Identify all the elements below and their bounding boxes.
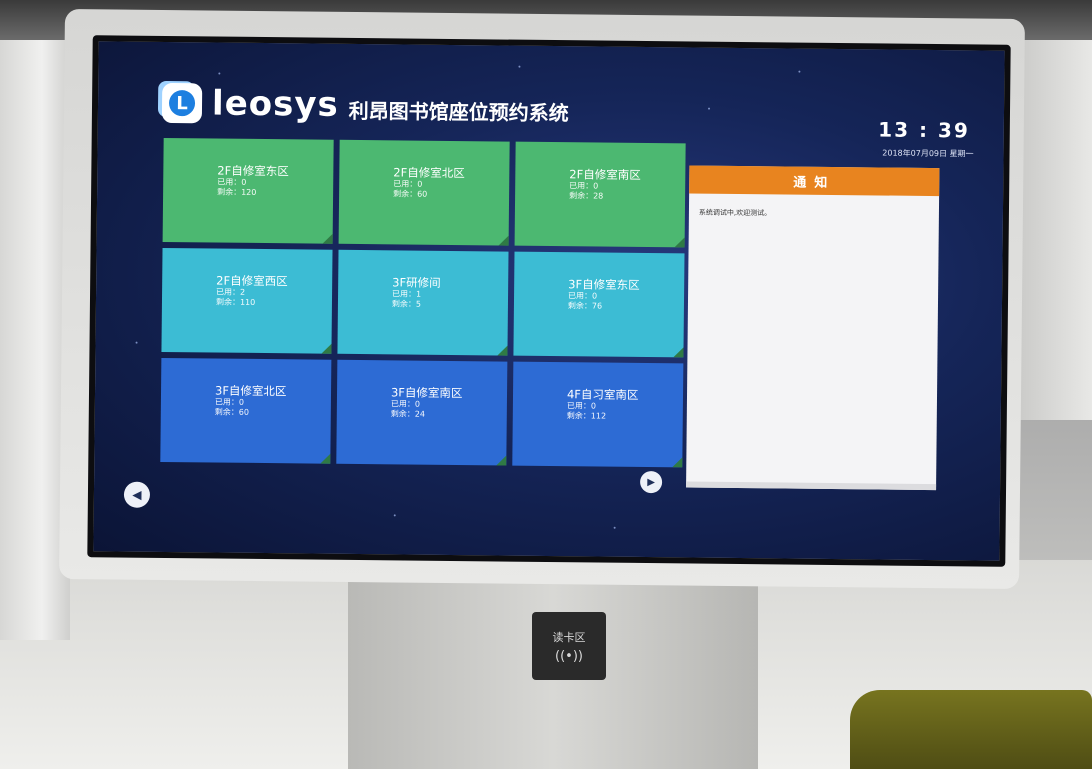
tile-corner-icon xyxy=(673,347,684,358)
room-tile[interactable]: 2F自修室南区 已用：0 剩余：28 xyxy=(514,141,686,248)
room-tile[interactable]: 3F自修室南区 已用：0 剩余：24 xyxy=(336,359,508,466)
room-name: 2F自修室南区 xyxy=(569,167,641,182)
date-label: 2018年07月09日 星期一 xyxy=(882,148,974,159)
app-header: L leosys 利昂图书馆座位预约系统 xyxy=(161,78,569,132)
reading-room-grid: 2F自修室东区 已用：0 剩余：120 2F自修室北区 已用：0 剩余：60 2… xyxy=(160,137,686,469)
room-remaining: 剩余：60 xyxy=(214,407,250,417)
room-name: 3F自修室东区 xyxy=(568,277,640,292)
room-tile[interactable]: 3F自修室北区 已用：0 剩余：60 xyxy=(160,357,332,464)
room-name: 2F自修室北区 xyxy=(393,165,465,181)
kiosk-screen: L leosys 利昂图书馆座位预约系统 13 : 39 2018年07月09日… xyxy=(87,35,1011,567)
star-decoration xyxy=(613,526,616,529)
brand-name: leosys xyxy=(211,83,339,125)
room-tile[interactable]: 2F自修室北区 已用：0 剩余：60 xyxy=(338,139,510,246)
nfc-icon: ((•)) xyxy=(555,648,583,664)
system-title: 利昂图书馆座位预约系统 xyxy=(348,98,569,125)
room-name: 4F自习室南区 xyxy=(566,387,639,402)
room-remaining: 剩余：112 xyxy=(566,411,607,421)
logo-letter: L xyxy=(168,90,196,117)
room-name: 3F自修室南区 xyxy=(390,385,463,401)
room-remaining: 剩余：110 xyxy=(215,297,256,307)
tile-corner-icon xyxy=(674,237,685,248)
room-name: 3F研修间 xyxy=(392,275,441,290)
room-remaining: 剩余：60 xyxy=(393,189,428,199)
card-reader-label: 读卡区 xyxy=(552,630,586,644)
star-decoration xyxy=(518,65,521,68)
room-name: 2F自修室西区 xyxy=(216,273,288,289)
room-remaining: 剩余：120 xyxy=(217,187,257,197)
room-remaining: 剩余：76 xyxy=(567,301,603,311)
tile-corner-icon xyxy=(672,457,683,468)
tile-corner-icon xyxy=(321,343,332,354)
notice-content: 系统调试中,欢迎测试。 xyxy=(698,208,772,218)
room-tile[interactable]: 2F自修室东区 已用：0 剩余：120 xyxy=(162,137,334,244)
tile-corner-icon xyxy=(497,345,508,356)
leosys-logo-icon: L xyxy=(161,82,203,124)
room-name: 3F自修室北区 xyxy=(214,383,287,399)
room-name: 2F自修室东区 xyxy=(217,163,289,179)
tile-corner-icon xyxy=(496,455,507,466)
star-decoration xyxy=(218,72,221,75)
notice-title: 通知 xyxy=(689,165,940,197)
tile-corner-icon xyxy=(322,233,333,244)
room-tile[interactable]: 2F自修室西区 已用：2 剩余：110 xyxy=(161,247,333,354)
star-decoration xyxy=(393,514,396,517)
star-decoration xyxy=(708,107,711,110)
room-tile[interactable]: 3F自修室东区 已用：0 剩余：76 xyxy=(513,251,685,358)
sofa xyxy=(850,690,1092,769)
notice-panel: 通知 系统调试中,欢迎测试。 xyxy=(686,165,940,491)
next-page-button[interactable]: ▶ xyxy=(639,470,663,494)
card-reader[interactable]: 读卡区 ((•)) xyxy=(532,612,606,680)
star-decoration xyxy=(798,70,801,73)
clock: 13 : 39 xyxy=(878,117,970,143)
notice-scrollbar[interactable] xyxy=(686,481,937,491)
room-remaining: 剩余：28 xyxy=(569,191,604,201)
prev-page-button[interactable]: ◀ xyxy=(123,481,151,508)
tile-corner-icon xyxy=(498,235,509,246)
room-remaining: 剩余：5 xyxy=(391,299,422,309)
arrow-left-icon: ◀ xyxy=(132,487,142,502)
star-decoration xyxy=(135,341,138,344)
room-tile[interactable]: 3F研修间 已用：1 剩余：5 xyxy=(337,249,509,356)
room-remaining: 剩余：24 xyxy=(390,409,426,419)
arrow-right-icon: ▶ xyxy=(647,476,656,488)
room-tile[interactable]: 4F自习室南区 已用：0 剩余：112 xyxy=(512,361,684,468)
tile-corner-icon xyxy=(320,453,331,464)
